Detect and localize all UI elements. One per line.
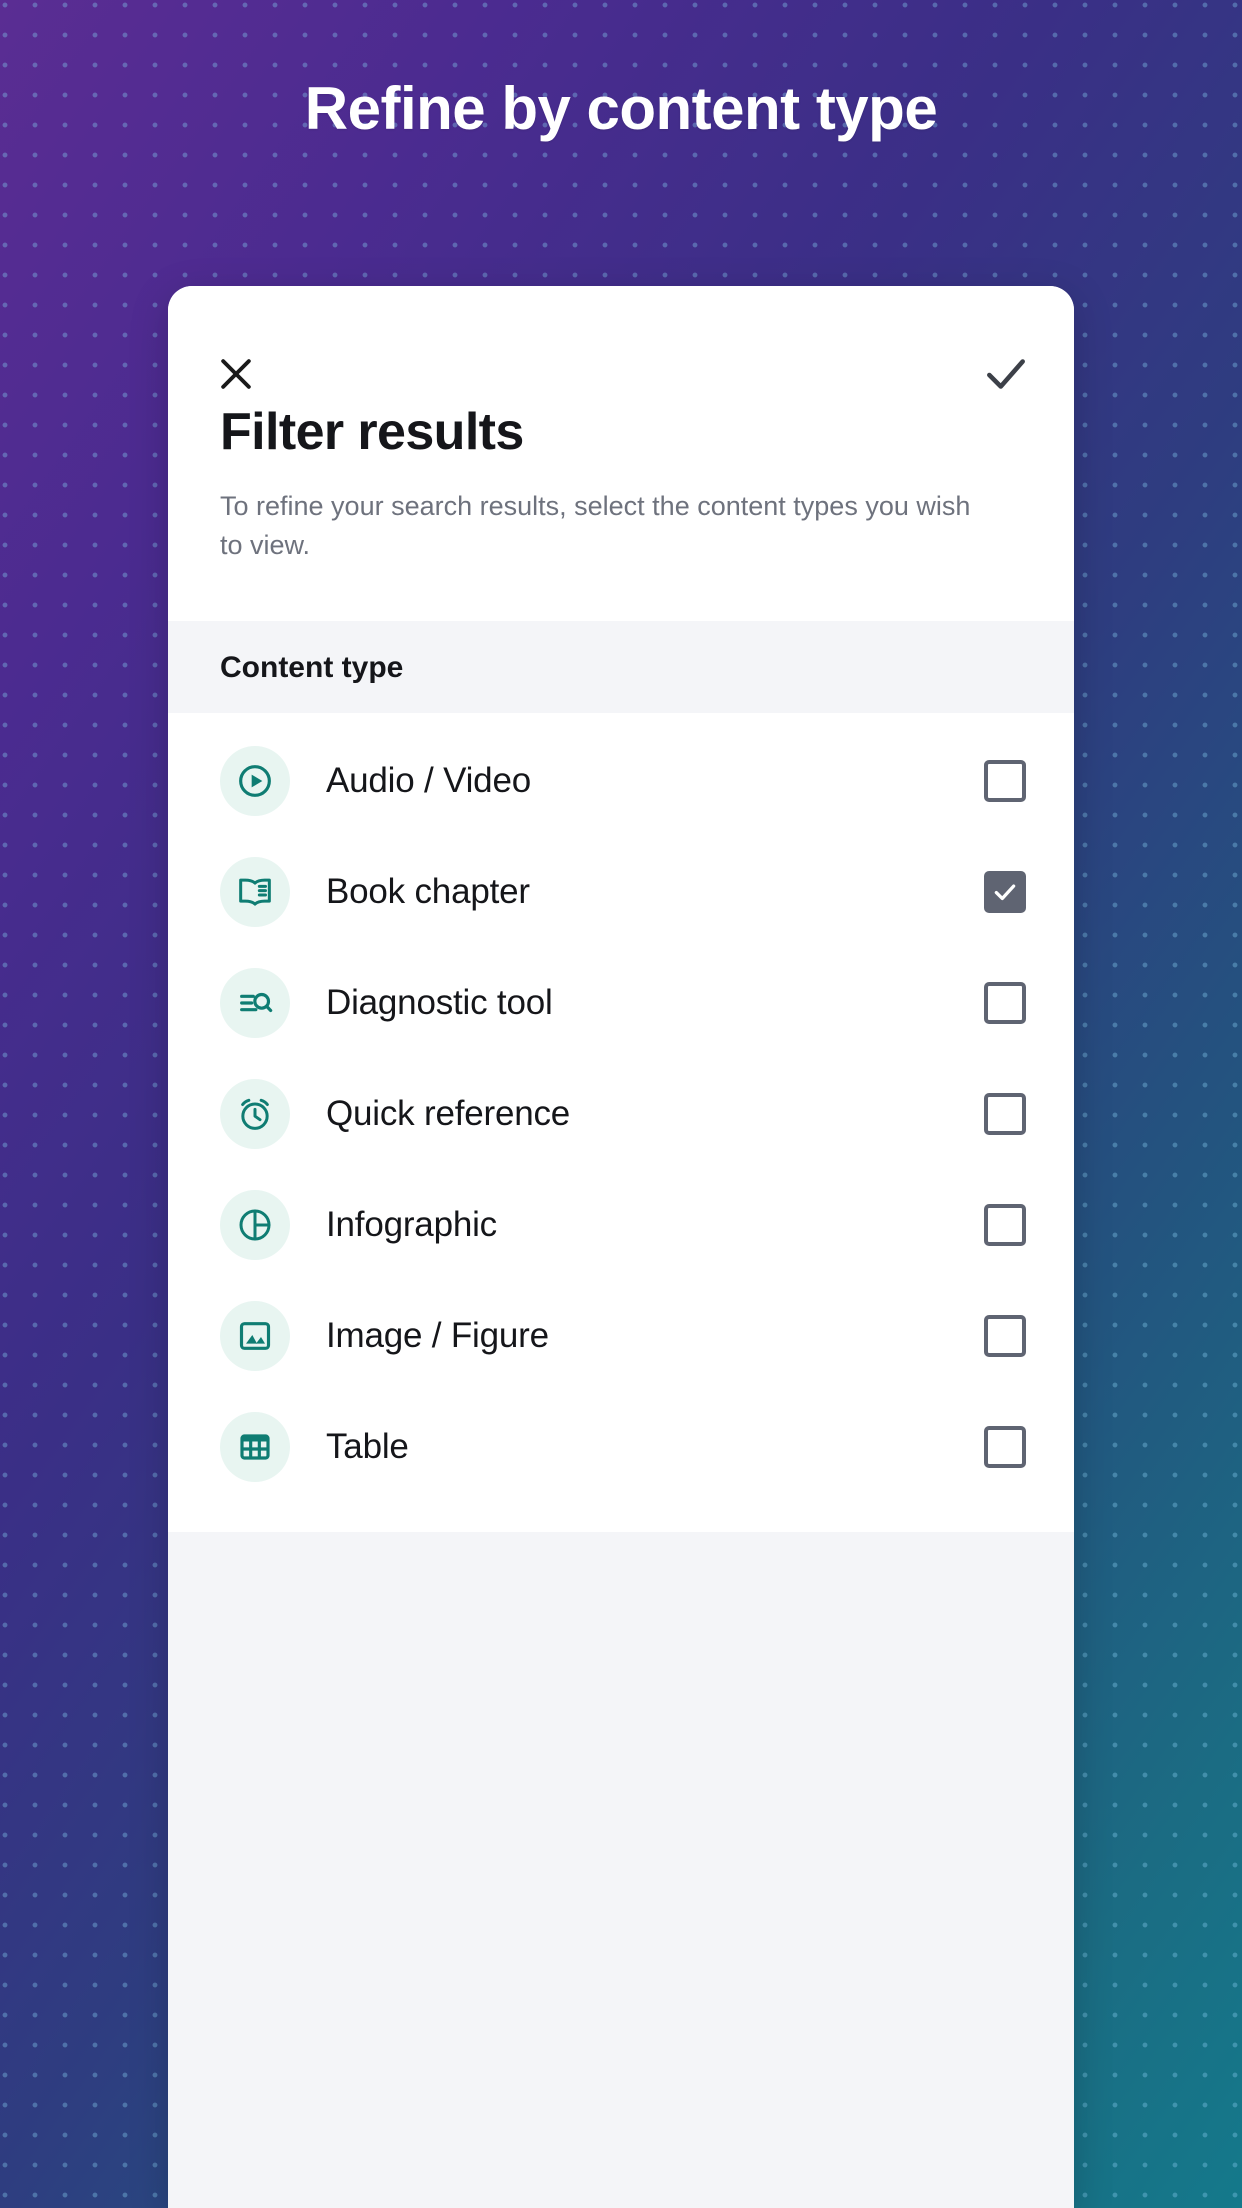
list-item-label: Quick reference [326, 1093, 571, 1133]
checkbox[interactable] [984, 1314, 1026, 1357]
page-title: Refine by content type [304, 75, 938, 142]
checkbox[interactable] [984, 1092, 1026, 1135]
list-item[interactable]: Image / Figure [168, 1280, 1074, 1391]
checkbox[interactable] [984, 870, 1026, 913]
table-grid-icon [220, 1411, 290, 1482]
pie-chart-icon [220, 1189, 290, 1260]
section-header-content-type: Content type [168, 621, 1074, 714]
list-item-label: Table [326, 1426, 409, 1466]
list-item[interactable]: Quick reference [168, 1058, 1074, 1169]
dialog-header: Filter results To refine your search res… [168, 286, 1074, 622]
close-x-icon[interactable] [204, 342, 268, 406]
checkbox[interactable] [984, 981, 1026, 1024]
alarm-clock-icon [220, 1078, 290, 1149]
open-book-icon [220, 856, 290, 927]
dialog-footer-area [168, 1532, 1074, 1773]
check-icon[interactable] [974, 342, 1038, 406]
checkbox[interactable] [984, 1203, 1026, 1246]
filter-dialog-card: Filter results To refine your search res… [168, 286, 1074, 2208]
dialog-action-bar [168, 286, 1074, 404]
list-item[interactable]: Book chapter [168, 836, 1074, 947]
list-item-label: Diagnostic tool [326, 982, 553, 1022]
list-item-label: Image / Figure [326, 1315, 549, 1355]
checkbox[interactable] [984, 759, 1026, 802]
checkbox[interactable] [984, 1425, 1026, 1468]
list-item-label: Audio / Video [326, 760, 531, 800]
dialog-description: To refine your search results, select th… [220, 491, 971, 561]
content-type-list: Audio / Video Book chapter Diagnostic to… [168, 713, 1074, 1533]
list-item-label: Infographic [326, 1204, 497, 1244]
list-item[interactable]: Audio / Video [168, 725, 1074, 836]
list-item[interactable]: Infographic [168, 1169, 1074, 1280]
list-item-label: Book chapter [326, 871, 530, 911]
dialog-title: Filter results [220, 403, 524, 461]
list-search-icon [220, 967, 290, 1038]
list-item[interactable]: Diagnostic tool [168, 947, 1074, 1058]
image-picture-icon [220, 1300, 290, 1371]
list-item[interactable]: Table [168, 1391, 1074, 1502]
play-circle-icon [220, 745, 290, 816]
